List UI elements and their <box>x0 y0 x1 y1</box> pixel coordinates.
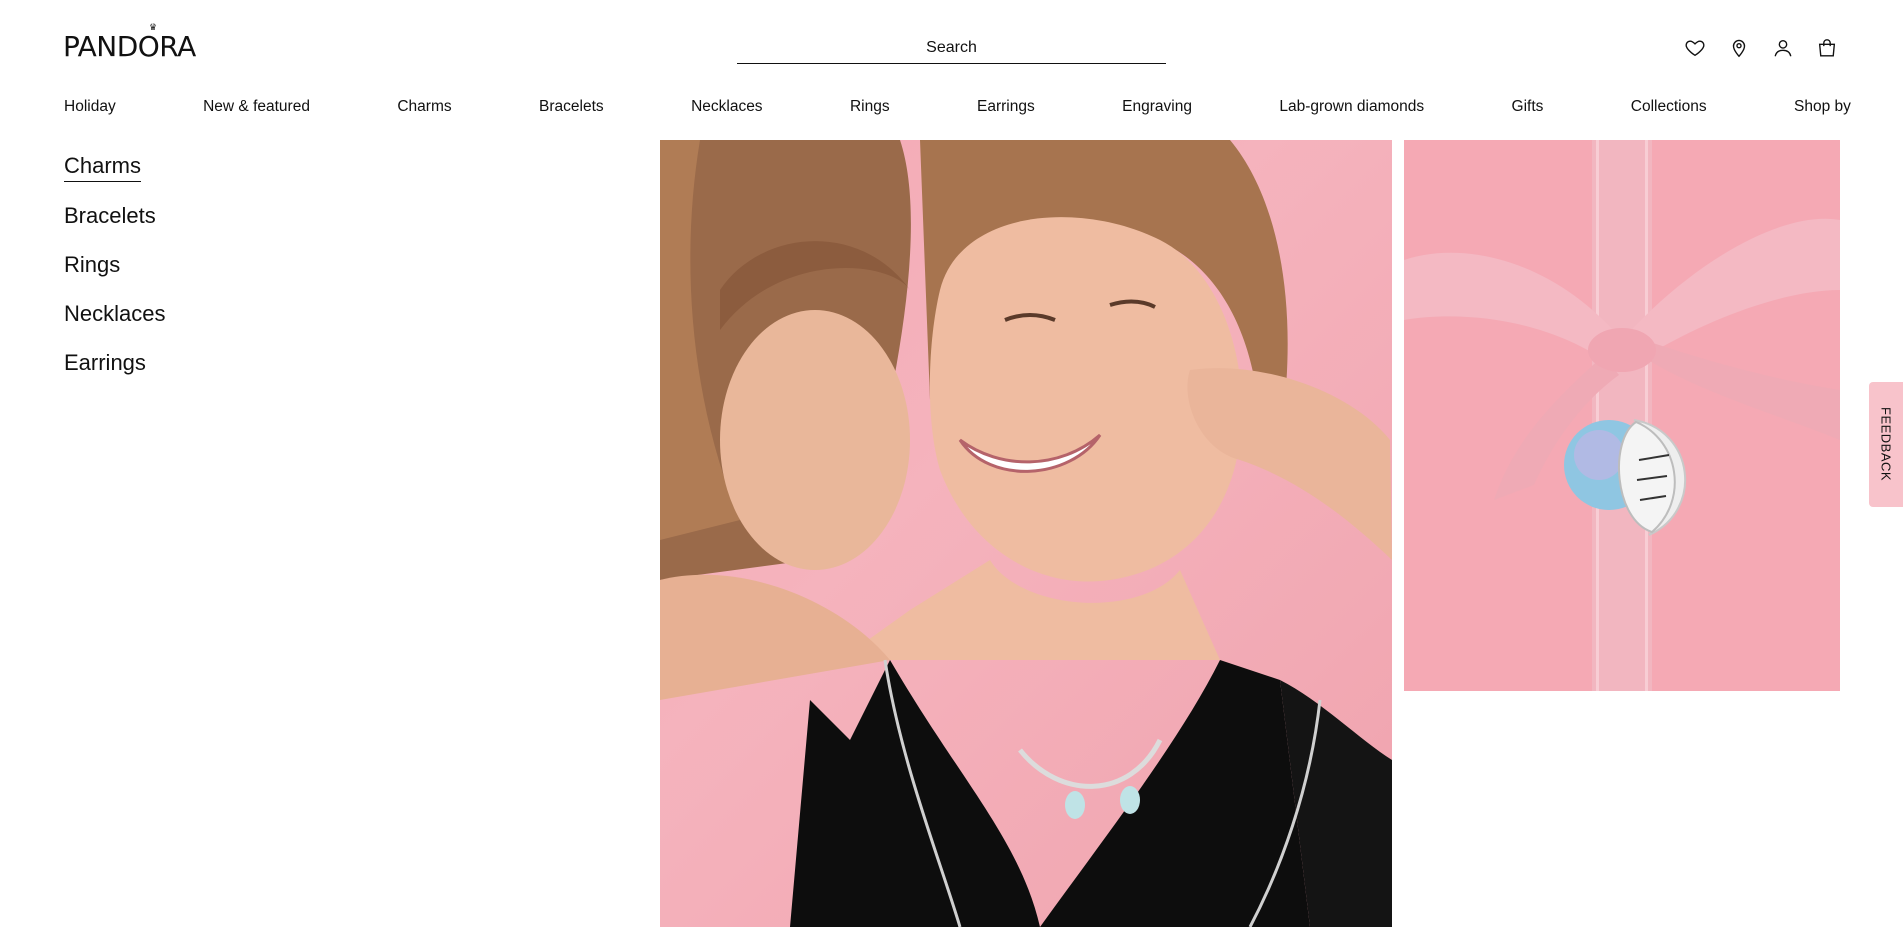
submenu-item-bracelets[interactable]: Bracelets <box>64 202 156 230</box>
submenu-list: Charms Bracelets Rings Necklaces Earring… <box>64 152 165 398</box>
submenu-item-earrings[interactable]: Earrings <box>64 349 146 377</box>
nav-item-shop-by[interactable]: Shop by <box>1794 98 1851 116</box>
search-input[interactable] <box>737 33 1166 64</box>
feedback-label: FEEDBACK <box>1878 407 1894 482</box>
submenu-item-necklaces[interactable]: Necklaces <box>64 300 165 328</box>
feedback-tab[interactable]: FEEDBACK <box>1869 382 1903 507</box>
logo-text: PANDORA <box>63 30 196 63</box>
nav-item-bracelets[interactable]: Bracelets <box>539 98 604 116</box>
location-pin-icon[interactable] <box>1727 36 1751 60</box>
nav-item-charms[interactable]: Charms <box>397 98 451 116</box>
header-icons <box>1683 36 1839 60</box>
nav-item-lab-grown-diamonds[interactable]: Lab-grown diamonds <box>1279 98 1424 116</box>
nav-item-gifts[interactable]: Gifts <box>1512 98 1544 116</box>
nav-item-rings[interactable]: Rings <box>850 98 890 116</box>
nav-item-new-featured[interactable]: New & featured <box>203 98 310 116</box>
hero-image[interactable] <box>660 140 1392 927</box>
submenu-item-charms[interactable]: Charms <box>64 152 142 182</box>
nav-item-necklaces[interactable]: Necklaces <box>691 98 763 116</box>
promo-image[interactable] <box>1404 140 1840 691</box>
crown-icon: ♛ <box>149 23 157 33</box>
heart-icon[interactable] <box>1683 36 1707 60</box>
nav-item-earrings[interactable]: Earrings <box>977 98 1035 116</box>
hero-illustration <box>660 140 1392 927</box>
pandora-logo[interactable]: ♛ PANDORA <box>63 24 196 64</box>
submenu-item-rings[interactable]: Rings <box>64 251 120 279</box>
main-nav: Holiday New & featured Charms Bracelets … <box>64 96 1851 118</box>
shopping-bag-icon[interactable] <box>1815 36 1839 60</box>
nav-item-engraving[interactable]: Engraving <box>1122 98 1192 116</box>
nav-item-holiday[interactable]: Holiday <box>64 98 116 116</box>
promo-illustration <box>1404 140 1840 691</box>
user-icon[interactable] <box>1771 36 1795 60</box>
nav-item-collections[interactable]: Collections <box>1631 98 1707 116</box>
